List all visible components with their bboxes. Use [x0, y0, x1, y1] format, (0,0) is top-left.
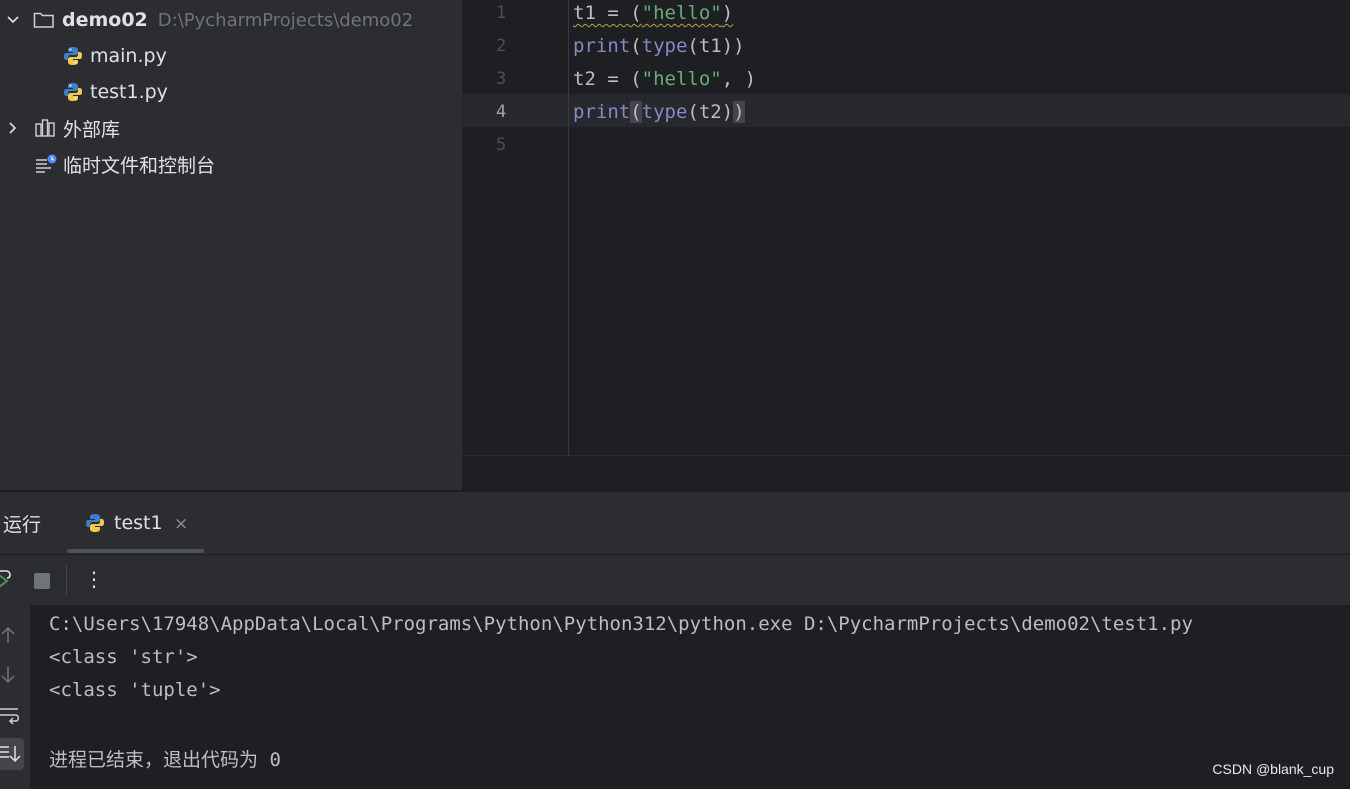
line-number: 3 [496, 69, 507, 89]
more-options-icon[interactable]: ⋮ [84, 567, 104, 591]
file-label-main: main.py [90, 45, 167, 67]
active-tab-underline [67, 549, 204, 553]
brace-match-close: ) [733, 101, 745, 123]
arrow-up-icon[interactable] [0, 625, 16, 645]
code-line-3[interactable]: t2 = ("hello", ) [573, 66, 756, 99]
console-side-toolbar [0, 605, 30, 789]
console-output[interactable]: C:\Users\17948\AppData\Local\Programs\Py… [30, 605, 1350, 789]
folder-icon [33, 11, 55, 29]
line-number-gutter: 1 2 3 4 5 [462, 0, 568, 455]
python-file-icon [63, 82, 83, 102]
external-libs-label: 外部库 [63, 118, 121, 141]
scratches-label: 临时文件和控制台 [63, 154, 216, 177]
stop-icon[interactable] [33, 572, 51, 590]
run-panel-title: 运行 [3, 514, 42, 536]
gutter-divider [568, 0, 569, 455]
arrow-down-icon[interactable] [0, 665, 16, 685]
python-file-icon [63, 46, 83, 66]
rerun-icon[interactable] [0, 567, 16, 591]
console-line: <class 'str'> [49, 646, 198, 668]
tree-root-demo02[interactable]: demo02 D:\PycharmProjects\demo02 [0, 2, 413, 38]
line-number: 2 [496, 36, 507, 56]
chevron-right-icon[interactable] [6, 121, 20, 135]
console-line-command: C:\Users\17948\AppData\Local\Programs\Py… [49, 613, 1193, 635]
tree-item-scratches[interactable]: 临时文件和控制台 [35, 146, 215, 182]
editor-footer [462, 455, 1350, 491]
code-line-2[interactable]: print(type(t1)) [573, 33, 745, 66]
python-icon [85, 513, 105, 537]
tree-item-test1-py[interactable]: test1.py [63, 74, 168, 110]
line-number: 1 [496, 3, 507, 23]
run-toolbar: ⋮ [0, 554, 1350, 605]
run-tab-label: test1 [114, 512, 163, 534]
file-label-test1: test1.py [90, 81, 168, 103]
code-editor[interactable]: 1 2 3 4 5 t1 = ("hello") print(type(t1))… [462, 0, 1350, 491]
code-line-4[interactable]: print(type(t2)) [573, 99, 745, 132]
console-line: <class 'tuple'> [49, 679, 221, 701]
library-icon [35, 119, 55, 137]
project-panel: demo02 D:\PycharmProjects\demo02 main.py… [0, 0, 462, 490]
run-tool-window: 运行 test1 × ⋮ C:\Users\17948\AppData\Loca… [0, 490, 1350, 789]
code-line-1[interactable]: t1 = ("hello") [573, 0, 733, 33]
watermark: CSDN @blank_cup [1212, 761, 1334, 777]
project-root-name: demo02 [62, 9, 148, 31]
console-line-exit: 进程已结束，退出代码为 0 [49, 749, 281, 771]
soft-wrap-icon[interactable] [0, 705, 22, 725]
scratches-icon [35, 154, 57, 174]
toolbar-separator [66, 565, 67, 595]
run-tab-test1[interactable]: test1 × [67, 492, 204, 554]
chevron-down-icon[interactable] [6, 13, 20, 27]
close-tab-icon[interactable]: × [174, 514, 188, 534]
tree-item-main-py[interactable]: main.py [63, 38, 167, 74]
project-root-path: D:\PycharmProjects\demo02 [157, 9, 414, 31]
scroll-to-end-icon[interactable] [0, 738, 24, 770]
line-number: 5 [496, 135, 507, 155]
brace-match-open: ( [630, 101, 642, 123]
tree-item-external-libs[interactable]: 外部库 [0, 110, 120, 146]
line-number-current: 4 [496, 102, 507, 122]
